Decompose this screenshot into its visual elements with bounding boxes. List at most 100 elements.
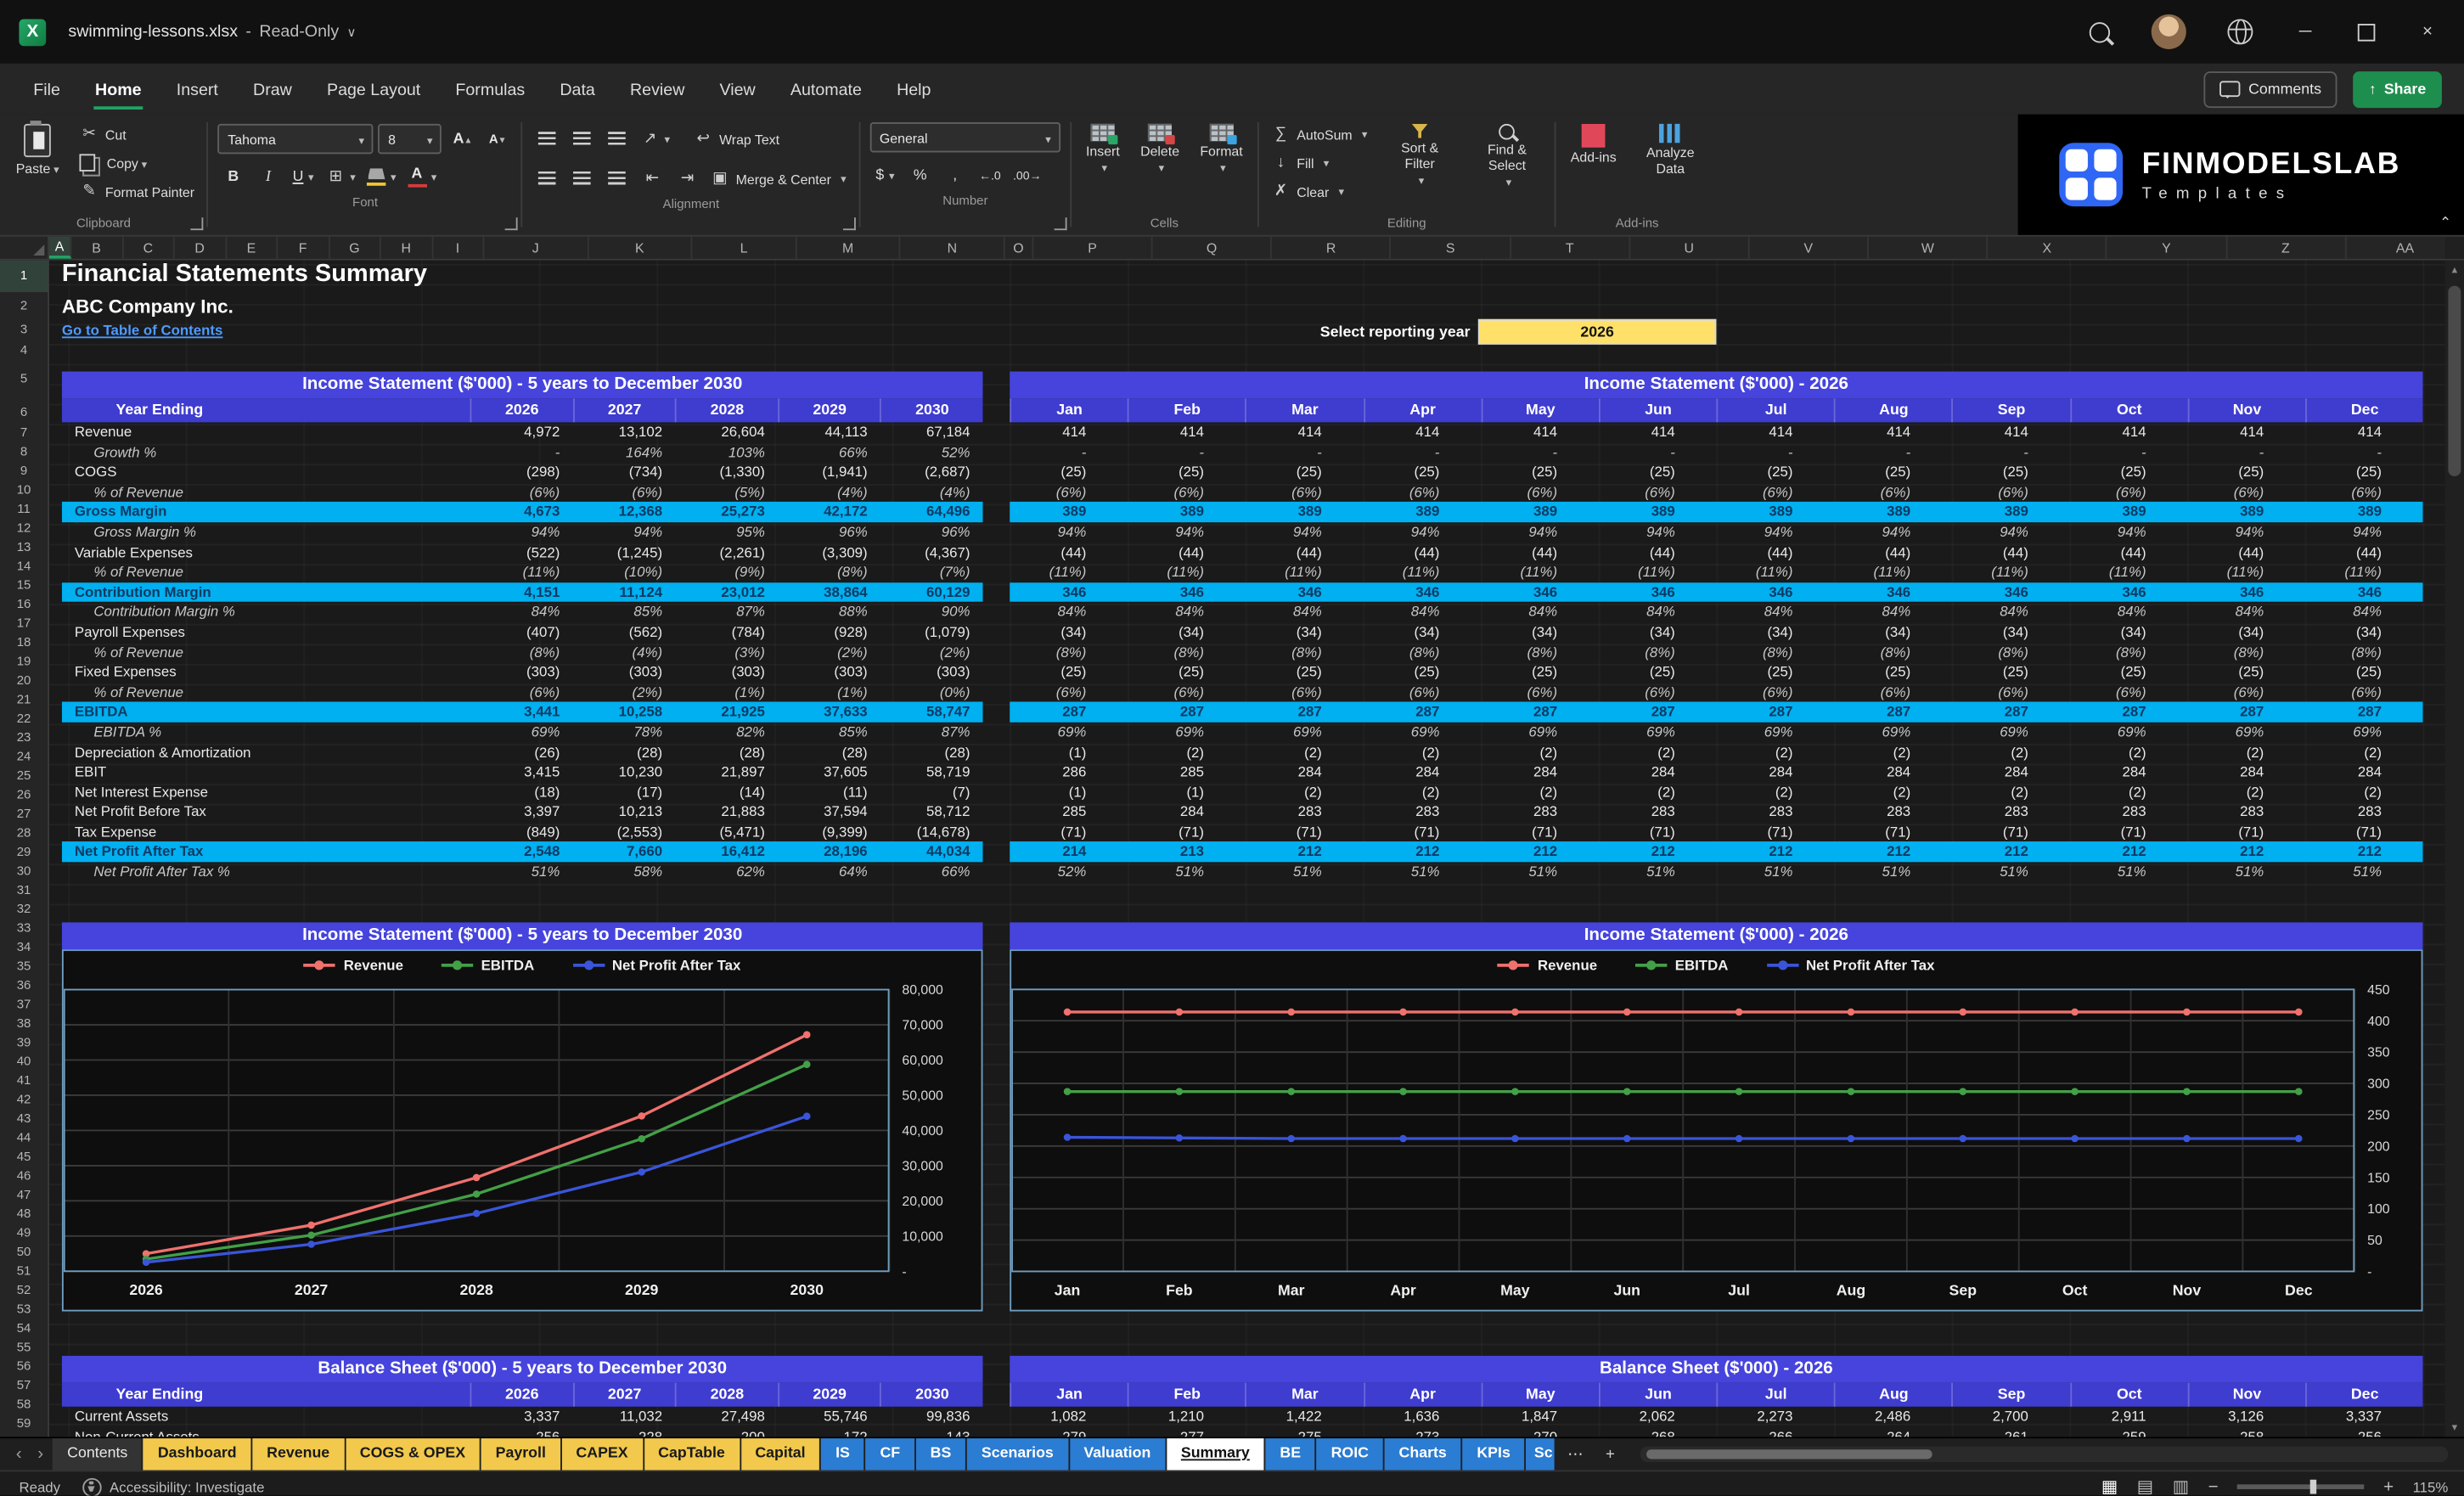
cell[interactable]: 87% [880,723,983,743]
cell[interactable]: 3,441 [470,702,572,723]
cell[interactable]: 212 [1952,842,2070,863]
menu-tab-data[interactable]: Data [543,67,613,111]
cell[interactable]: (6%) [1716,482,1834,503]
cell[interactable]: (6%) [1363,683,1481,703]
cell[interactable]: (2%) [572,683,675,703]
cell[interactable]: (2) [1128,742,1246,762]
cell[interactable]: (2) [1246,782,1364,802]
cell[interactable]: 283 [1246,802,1364,823]
cell[interactable]: - [1716,442,1834,463]
cell[interactable]: 3,397 [470,802,572,823]
cell[interactable]: (2) [1834,742,1952,762]
cell[interactable]: 284 [2070,762,2188,783]
row-label-cell[interactable]: Revenue [62,422,470,442]
row-number[interactable]: 34 [0,938,48,957]
cell[interactable]: (2) [1481,782,1599,802]
cell[interactable]: 60,129 [880,582,983,603]
cell[interactable]: 346 [1481,582,1599,603]
cell[interactable]: 84% [1952,602,2070,622]
cell[interactable]: (6%) [470,683,572,703]
cell[interactable]: 228 [572,1426,675,1437]
row-number[interactable]: 12 [0,519,48,537]
cell[interactable]: 69% [1128,723,1246,743]
table-header-cell[interactable]: Apr [1363,1382,1481,1407]
menu-tab-home[interactable]: Home [77,67,159,111]
cell[interactable]: (1,245) [572,543,675,563]
cell[interactable]: (2%) [778,642,880,662]
column-letter[interactable]: I [433,236,485,259]
cell[interactable]: (7) [880,782,983,802]
annual-line-chart[interactable]: Revenue EBITDA Net Profit After Tax - 10,00… [61,949,983,1312]
cell[interactable]: (6%) [1128,683,1246,703]
column-letter[interactable]: Y [2107,236,2227,259]
table-title[interactable]: Balance Sheet ($'000) - 2026 [1010,1355,2423,1383]
cell[interactable]: 284 [1716,762,1834,783]
cell[interactable]: (18) [470,782,572,802]
cell[interactable]: 69% [1716,723,1834,743]
cell[interactable]: 287 [1010,702,1128,723]
row-label-cell[interactable]: Variable Expenses [62,543,470,563]
cell[interactable]: (28) [572,742,675,762]
cell[interactable]: (4%) [778,482,880,503]
cell[interactable]: - [1834,442,1952,463]
row-label-cell[interactable]: % of Revenue [62,642,470,662]
sheet-tab-captable[interactable]: CapTable [644,1438,740,1471]
cell[interactable]: (8%) [2305,642,2423,662]
row-number[interactable]: 54 [0,1319,48,1338]
column-letter[interactable]: P [1033,236,1153,259]
row-number[interactable]: 15 [0,576,48,595]
cell[interactable]: 287 [2070,702,2188,723]
cell[interactable]: 51% [1128,862,1246,882]
company-name-cell[interactable]: ABC Company Inc. [62,295,233,318]
collapse-ribbon-icon[interactable]: ⌃ [2439,214,2451,232]
cell[interactable]: (8%) [2070,642,2188,662]
cell[interactable]: (2) [2070,742,2188,762]
table-header-cell[interactable]: Oct [2069,398,2188,423]
column-letter[interactable]: U [1630,236,1750,259]
cell[interactable]: 84% [1599,602,1717,622]
cell[interactable]: 37,633 [778,702,880,723]
row-label-cell[interactable]: Net Interest Expense [62,782,470,802]
row-number[interactable]: 19 [0,653,48,672]
cell[interactable]: (6%) [1481,683,1599,703]
column-letter[interactable]: R [1272,236,1392,259]
cell[interactable]: (9%) [675,562,778,582]
cell[interactable]: 287 [2187,702,2305,723]
cell[interactable]: 285 [1010,802,1128,823]
menu-tab-draw[interactable]: Draw [235,67,309,111]
increase-decimal-button[interactable]: ←.0 [975,163,1005,188]
cell[interactable]: (25) [2187,662,2305,683]
cell[interactable]: (11%) [1128,562,1246,582]
row-label-cell[interactable]: Fixed Expenses [62,662,470,683]
format-cells-button[interactable]: Format [1195,122,1248,177]
row-label-cell[interactable]: Net Profit Before Tax [62,802,470,823]
cell[interactable]: 58,719 [880,762,983,783]
cell[interactable]: (44) [2305,543,2423,563]
table-title[interactable]: Balance Sheet ($'000) - 5 years to Decem… [61,1355,983,1383]
cell[interactable]: 414 [1952,422,2070,442]
cell[interactable]: (44) [2070,543,2188,563]
cell[interactable]: 389 [1952,503,2070,523]
cell[interactable]: (2) [1952,742,2070,762]
zoom-slider[interactable] [2237,1479,2365,1494]
cell[interactable]: 414 [2187,422,2305,442]
align-middle-button[interactable] [567,127,598,152]
sheet-tab-bs[interactable]: BS [915,1438,966,1471]
cell[interactable]: (11%) [2070,562,2188,582]
cell[interactable]: (14) [675,782,778,802]
cell[interactable]: 143 [880,1426,983,1437]
cell[interactable]: 284 [2305,762,2423,783]
cell[interactable]: 84% [1363,602,1481,622]
cell[interactable]: (25) [2070,662,2188,683]
cell[interactable]: 283 [2305,802,2423,823]
copy-button[interactable]: Copy [76,151,198,175]
cell[interactable]: 346 [1010,582,1128,603]
cell[interactable]: 69% [470,723,572,743]
sheet-tab-summary[interactable]: Summary [1167,1438,1264,1471]
annual-chart-plot[interactable]: - 10,000 20,000 30,000 40,000 50,000 60,000 70,… [63,980,982,1307]
cell[interactable]: (34) [1481,622,1599,643]
cell[interactable]: 67,184 [880,422,983,442]
table-header-cell[interactable]: Jan [1010,398,1128,423]
row-number[interactable]: 28 [0,824,48,842]
row-number[interactable]: 47 [0,1186,48,1205]
